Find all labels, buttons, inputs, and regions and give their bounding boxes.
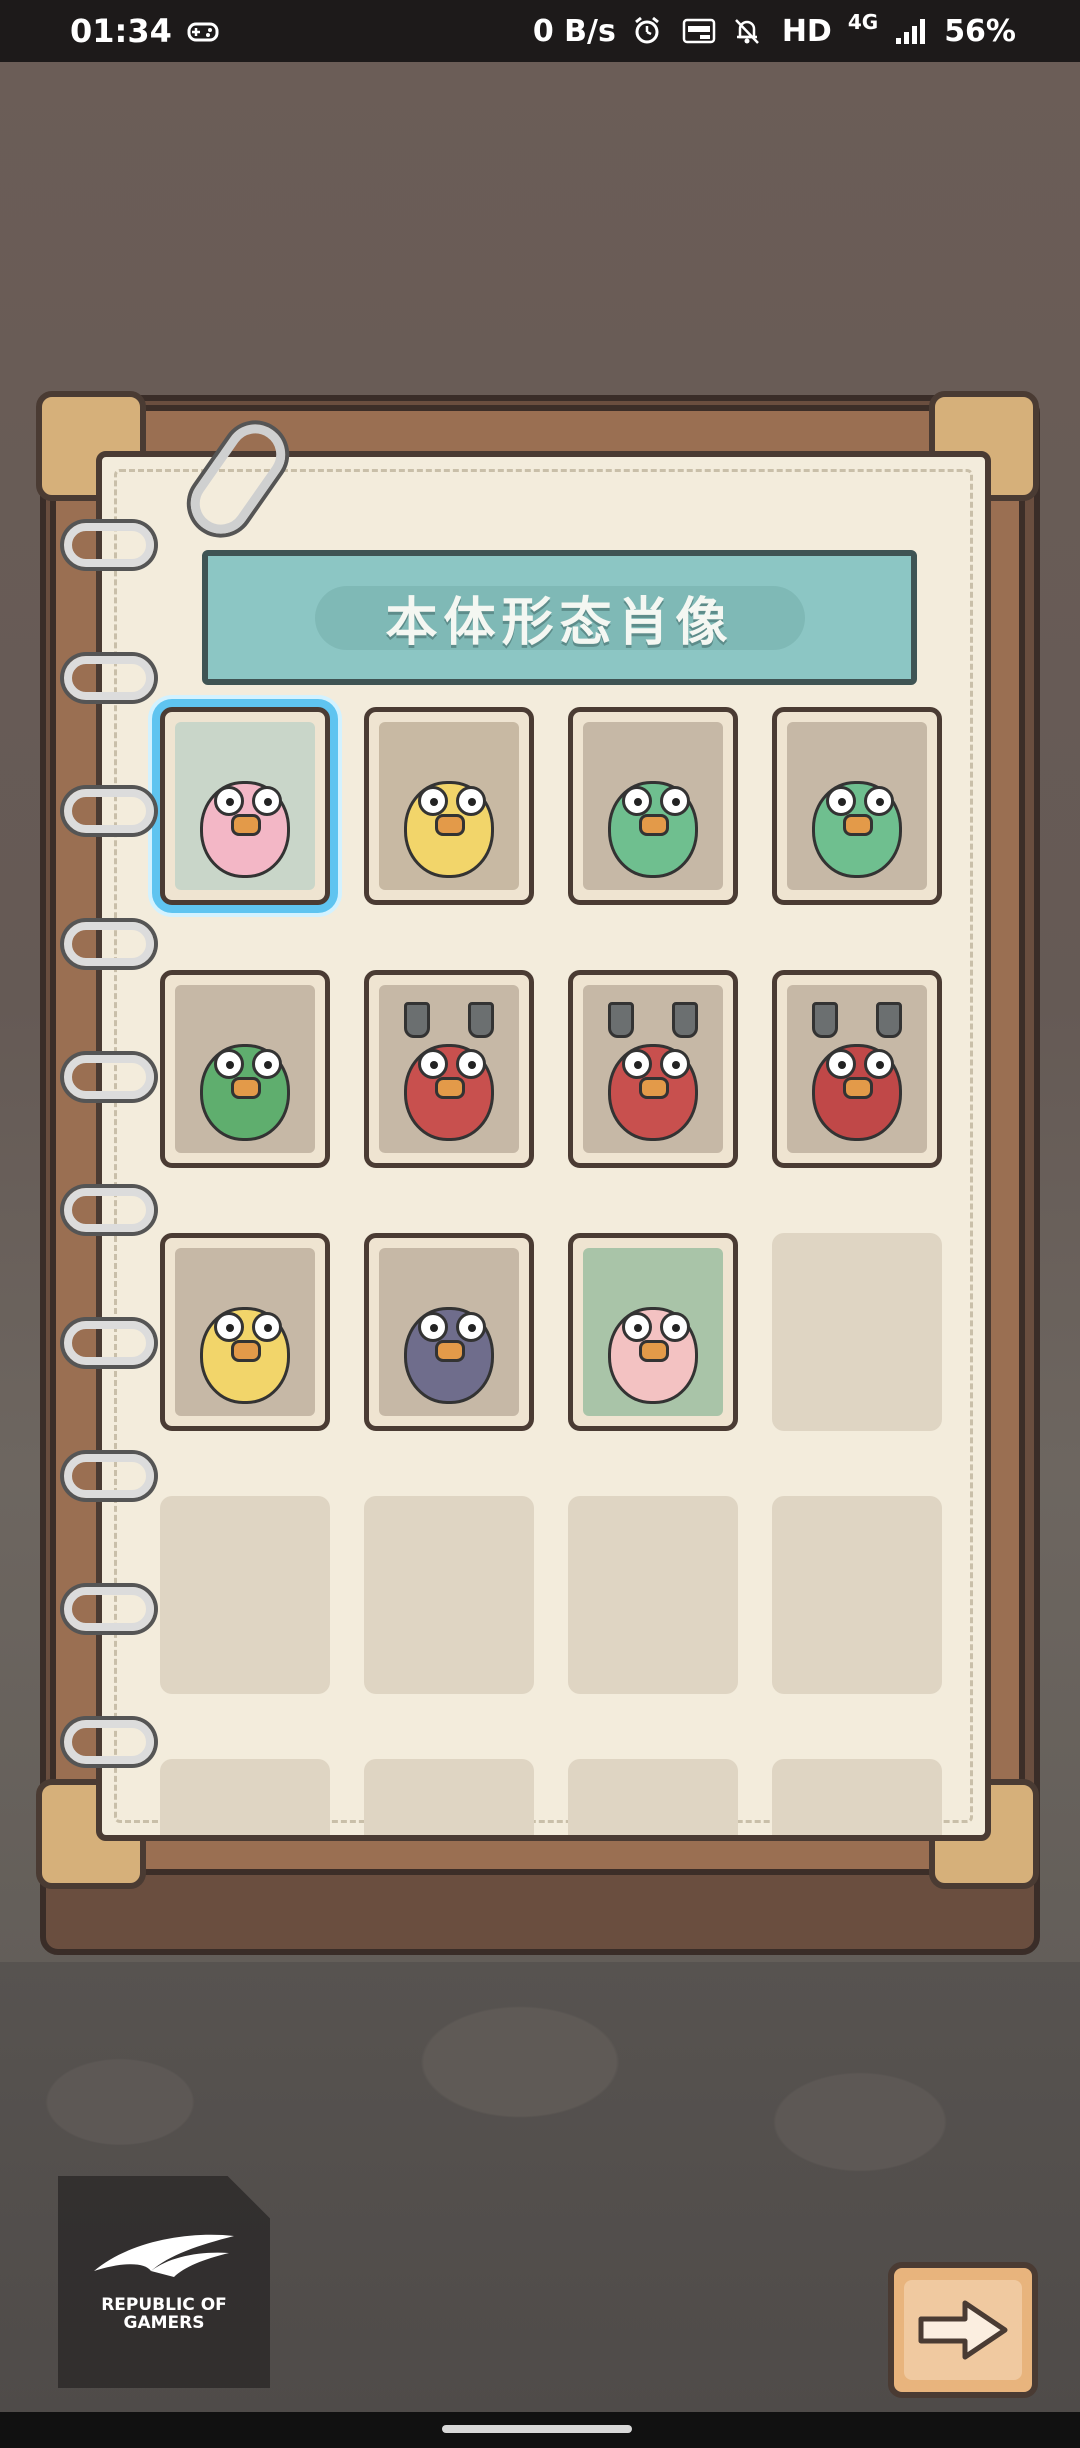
portrait-green-one-eye-bird[interactable]	[160, 970, 330, 1168]
binder-ring	[64, 656, 154, 700]
status-right: 0 B/s HD 4G 56%	[532, 10, 1016, 49]
alarm-icon	[632, 16, 666, 46]
red-demon-bird-icon	[787, 985, 927, 1153]
portrait-pink-snail-vendor[interactable]	[568, 1233, 738, 1431]
home-indicator[interactable]	[442, 2425, 632, 2433]
portrait-slot-locked[interactable]	[364, 1759, 534, 1835]
title-pill: 本体形态肖像	[314, 585, 805, 653]
clock: 01:34	[70, 12, 172, 50]
system-nav-bar	[0, 2412, 1080, 2448]
notebook-page: 本体形态肖像	[96, 451, 991, 1841]
binder-ring	[64, 1454, 154, 1498]
battery-level: 56%	[944, 13, 1016, 49]
binder-ring	[64, 922, 154, 966]
binder-ring	[64, 523, 154, 567]
yellow-snail-chick-icon	[379, 722, 519, 890]
hd-indicator: HD	[781, 13, 832, 49]
red-horned-bird-icon	[583, 985, 723, 1153]
net-speed: 0 B/s	[532, 13, 616, 49]
purple-mole-icon	[379, 1248, 519, 1416]
portrait-slot-locked[interactable]	[772, 1496, 942, 1694]
status-bar: 01:34 0 B/s HD 4G 56%	[0, 0, 1080, 62]
notifications-off-icon	[732, 16, 766, 46]
rog-logo: REPUBLIC OF GAMERS	[58, 2176, 270, 2388]
portrait-red-cat-bird[interactable]	[364, 970, 534, 1168]
status-left: 01:34	[70, 12, 220, 50]
portrait-green-brain-bird[interactable]	[772, 707, 942, 905]
portrait-slot-locked[interactable]	[160, 1496, 330, 1694]
portrait-slot-locked[interactable]	[364, 1496, 534, 1694]
portrait-slot-locked[interactable]	[568, 1759, 738, 1835]
portrait-slot-locked[interactable]	[568, 1496, 738, 1694]
portrait-green-spotted-bird[interactable]	[568, 707, 738, 905]
title-banner: 本体形态肖像	[202, 550, 917, 685]
portrait-slot-locked[interactable]	[160, 1759, 330, 1835]
portrait-red-demon-bird[interactable]	[772, 970, 942, 1168]
binder-ring	[64, 1188, 154, 1232]
portrait-notebook: 本体形态肖像	[36, 391, 1039, 1889]
rog-eye-icon	[94, 2234, 234, 2278]
green-spotted-bird-icon	[583, 722, 723, 890]
binder-ring	[64, 1055, 154, 1099]
binder-ring	[64, 1720, 154, 1764]
portrait-slot-locked[interactable]	[772, 1233, 942, 1431]
portrait-slot-locked[interactable]	[772, 1759, 942, 1835]
pink-snail-icon	[175, 722, 315, 890]
yellow-chick-icon	[175, 1248, 315, 1416]
arrow-right-icon	[918, 2300, 1008, 2360]
portrait-pink-snail[interactable]	[160, 707, 330, 905]
green-brain-bird-icon	[787, 722, 927, 890]
next-button-inner	[904, 2280, 1022, 2380]
auto-hz-icon	[682, 16, 716, 46]
binder-ring	[64, 789, 154, 833]
logo-line-2: GAMERS	[123, 2313, 205, 2333]
portrait-purple-mole[interactable]	[364, 1233, 534, 1431]
green-one-eye-bird-icon	[175, 985, 315, 1153]
next-page-button[interactable]	[888, 2262, 1038, 2398]
gamepad-icon	[186, 16, 220, 46]
page-title: 本体形态肖像	[385, 593, 734, 653]
binder-ring	[64, 1587, 154, 1631]
pink-snail-vendor-icon	[583, 1248, 723, 1416]
signal-icon	[894, 16, 928, 46]
portrait-yellow-snail-chick[interactable]	[364, 707, 534, 905]
portrait-red-horned-bird[interactable]	[568, 970, 738, 1168]
network-type: 4G	[847, 9, 879, 34]
binder-ring	[64, 1321, 154, 1365]
portrait-yellow-chick[interactable]	[160, 1233, 330, 1431]
red-cat-bird-icon	[379, 985, 519, 1153]
